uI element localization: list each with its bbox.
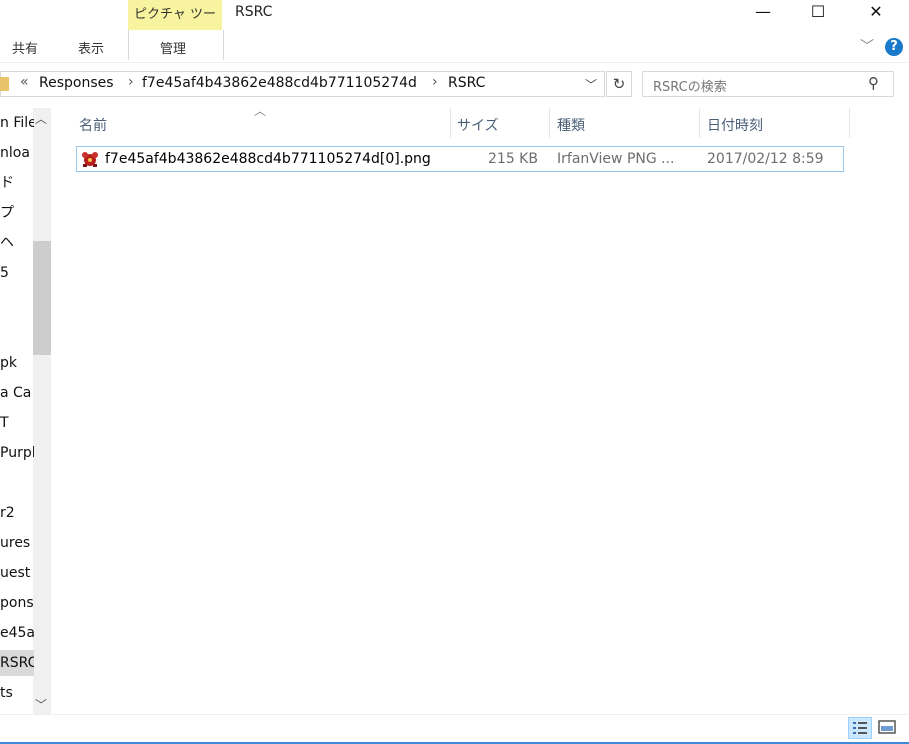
column-header-type[interactable]: 種類 bbox=[557, 115, 585, 135]
nav-item[interactable]: pk bbox=[0, 350, 34, 376]
address-dropdown-chevron-icon[interactable]: ﹀ bbox=[585, 76, 597, 93]
column-divider[interactable] bbox=[450, 108, 451, 138]
breadcrumb-rsrc[interactable]: RSRC bbox=[448, 75, 485, 91]
file-name: f7e45af4b43862e488cd4b771105274d[0].png bbox=[105, 151, 431, 167]
details-view-button[interactable] bbox=[848, 717, 872, 739]
file-size: 215 KB bbox=[488, 151, 538, 167]
tab-manage[interactable]: 管理 bbox=[160, 38, 186, 57]
nav-item[interactable]: r2 bbox=[0, 500, 34, 526]
ribbon-divider bbox=[0, 62, 909, 63]
column-header-date[interactable]: 日付時刻 bbox=[707, 115, 763, 135]
column-header-size[interactable]: サイズ bbox=[457, 115, 499, 135]
minimize-button[interactable]: — bbox=[740, 0, 786, 26]
context-tab-picture-tools[interactable]: ピクチャ ツール bbox=[128, 0, 222, 52]
nav-item[interactable]: ヘ bbox=[0, 230, 34, 256]
nav-item[interactable]: T bbox=[0, 410, 34, 436]
nav-item[interactable]: a Ca bbox=[0, 380, 34, 406]
nav-item[interactable]: nloa bbox=[0, 140, 34, 166]
large-icons-view-button[interactable] bbox=[876, 717, 900, 739]
breadcrumb-folder-hash[interactable]: f7e45af4b43862e488cd4b771105274d bbox=[142, 75, 417, 91]
nav-item[interactable]: uest bbox=[0, 560, 34, 586]
nav-item[interactable]: プ bbox=[0, 200, 34, 226]
file-type: IrfanView PNG ... bbox=[557, 151, 675, 167]
nav-item[interactable]: Purpl bbox=[0, 440, 34, 466]
refresh-icon: ↻ bbox=[612, 75, 626, 93]
ribbon-expand-chevron-icon[interactable]: ﹀ bbox=[860, 36, 874, 56]
breadcrumb-separator[interactable]: › bbox=[432, 74, 438, 90]
nav-scroll-up-icon[interactable]: ︿ bbox=[35, 110, 47, 127]
maximize-button[interactable]: ☐ bbox=[795, 0, 841, 26]
folder-icon bbox=[0, 77, 9, 91]
column-divider[interactable] bbox=[849, 108, 850, 138]
column-divider[interactable] bbox=[699, 108, 700, 138]
window-title: RSRC bbox=[235, 4, 273, 20]
refresh-button[interactable]: ↻ bbox=[606, 71, 632, 97]
nav-item[interactable] bbox=[0, 290, 34, 316]
irfanview-file-icon bbox=[82, 152, 98, 167]
nav-item[interactable]: ド bbox=[0, 170, 34, 196]
help-icon[interactable]: ? bbox=[885, 38, 903, 56]
status-bar-divider bbox=[0, 714, 909, 715]
sort-ascending-icon: ︿ bbox=[254, 104, 267, 118]
large-icons-view-icon bbox=[878, 720, 896, 734]
column-divider[interactable] bbox=[549, 108, 550, 138]
nav-item[interactable]: pons bbox=[0, 590, 34, 616]
address-overflow[interactable]: « bbox=[20, 74, 29, 90]
file-date: 2017/02/12 8:59 bbox=[707, 151, 824, 167]
nav-item[interactable] bbox=[0, 470, 34, 496]
nav-scrollbar[interactable] bbox=[33, 108, 51, 714]
nav-item[interactable]: n File bbox=[0, 110, 34, 136]
tab-view[interactable]: 表示 bbox=[78, 38, 104, 57]
nav-scrollbar-thumb[interactable] bbox=[33, 241, 51, 355]
nav-item[interactable]: RSRC bbox=[0, 650, 34, 676]
search-placeholder: RSRCの検索 bbox=[653, 80, 727, 95]
nav-scroll-down-icon[interactable]: ﹀ bbox=[35, 696, 47, 713]
breadcrumb-separator[interactable]: › bbox=[128, 74, 134, 90]
nav-item[interactable]: ts bbox=[0, 680, 34, 706]
tab-share[interactable]: 共有 bbox=[12, 38, 38, 57]
close-button[interactable]: ✕ bbox=[853, 0, 899, 26]
breadcrumb-responses[interactable]: Responses bbox=[39, 75, 114, 91]
search-icon[interactable]: ⚲ bbox=[868, 74, 879, 92]
details-view-icon bbox=[853, 722, 867, 734]
nav-item[interactable]: e45a bbox=[0, 620, 34, 646]
column-header-name[interactable]: 名前 bbox=[79, 115, 107, 135]
nav-item[interactable] bbox=[0, 320, 34, 346]
nav-item[interactable]: 5 bbox=[0, 260, 34, 286]
nav-item[interactable]: ures bbox=[0, 530, 34, 556]
